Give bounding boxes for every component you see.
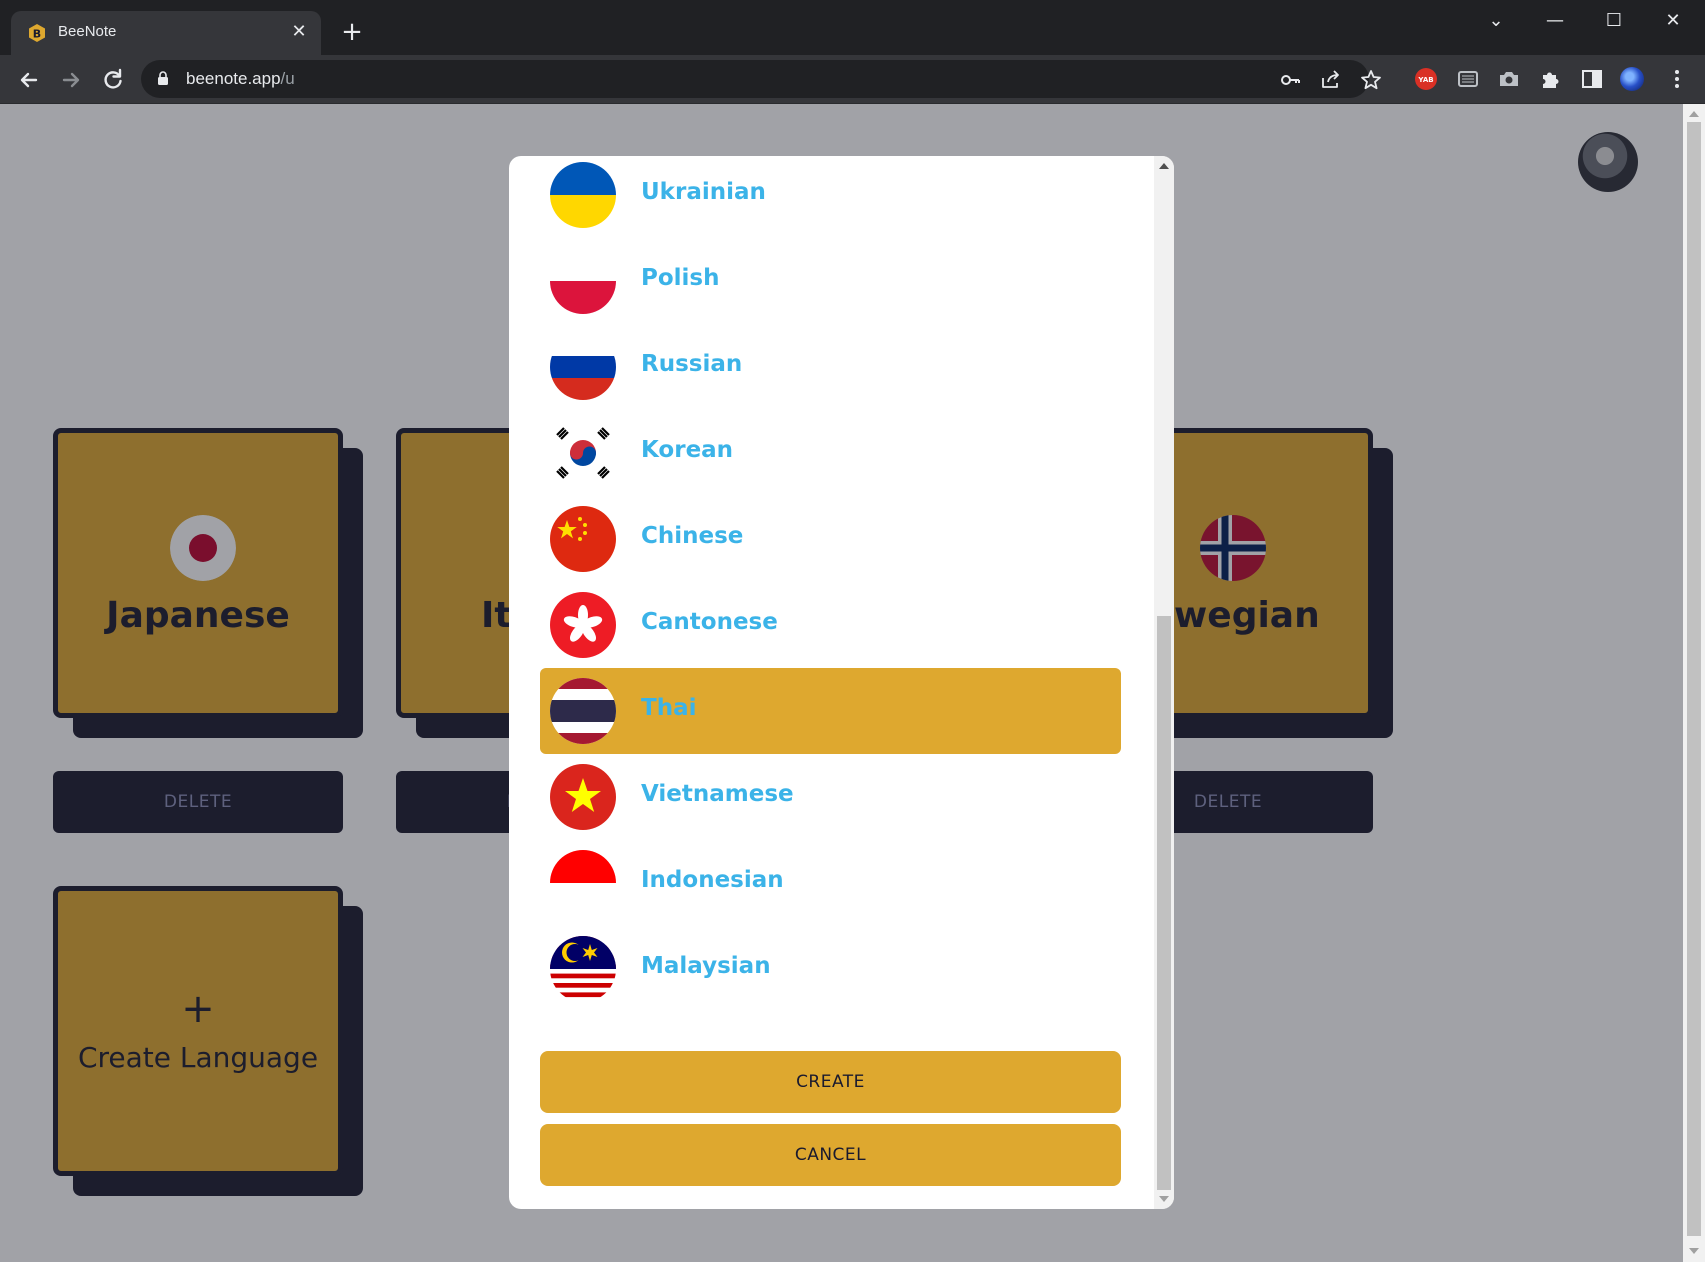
svg-text:YAB: YAB [1417, 76, 1433, 84]
yab-extension-icon[interactable]: YAB [1414, 67, 1438, 91]
language-label: Cantonese [641, 609, 778, 635]
forward-arrow-icon[interactable] [56, 65, 86, 95]
url-host: beenote.app [186, 69, 281, 88]
modal-scrollbar[interactable] [1154, 156, 1174, 1209]
china-flag-icon [550, 506, 616, 572]
language-option-ukrainian[interactable]: Ukrainian [540, 156, 1121, 238]
screen-capture-icon[interactable] [1456, 67, 1480, 91]
language-option-russian[interactable]: Russian [540, 324, 1121, 410]
maximize-icon[interactable]: ☐ [1594, 8, 1634, 34]
browser-toolbar: beenote.app/u YAB [0, 55, 1705, 104]
language-option-thai[interactable]: Thai [540, 668, 1121, 754]
thailand-flag-icon [550, 678, 616, 744]
tab-title: BeeNote [58, 23, 117, 40]
scroll-down-arrow-icon[interactable] [1159, 1196, 1169, 1202]
language-option-vietnamese[interactable]: Vietnamese [540, 754, 1121, 840]
ukraine-flag-icon [550, 162, 616, 228]
new-tab-button[interactable]: + [338, 18, 366, 46]
language-label: Malaysian [641, 953, 771, 979]
reload-icon[interactable] [98, 65, 128, 95]
scroll-up-arrow-icon[interactable] [1159, 163, 1169, 169]
close-tab-icon[interactable]: ✕ [289, 22, 309, 42]
language-picker-modal: Ukrainian Polish Russian Korean Chinese … [509, 156, 1174, 1209]
beenote-favicon-icon: B [29, 24, 45, 42]
back-arrow-icon[interactable] [14, 65, 44, 95]
russia-flag-icon [550, 334, 616, 400]
language-option-cantonese[interactable]: Cantonese [540, 582, 1121, 668]
language-label: Korean [641, 437, 734, 463]
page-scroll-down-icon[interactable] [1689, 1248, 1699, 1254]
language-label: Ukrainian [641, 179, 766, 205]
cancel-button[interactable]: CANCEL [540, 1124, 1121, 1186]
language-label: Polish [641, 265, 720, 291]
share-icon[interactable] [1319, 69, 1341, 91]
page-scroll-up-icon[interactable] [1689, 111, 1699, 117]
language-option-malaysian[interactable]: Malaysian [540, 926, 1121, 1012]
key-icon[interactable] [1279, 69, 1301, 91]
minimize-icon[interactable]: — [1535, 8, 1575, 34]
language-option-chinese[interactable]: Chinese [540, 496, 1121, 582]
close-window-icon[interactable]: ✕ [1653, 8, 1693, 34]
vietnam-flag-icon [550, 764, 616, 830]
language-option-indonesian[interactable]: Indonesian [540, 840, 1121, 926]
url-path: /u [280, 69, 295, 88]
page-scroll-thumb[interactable] [1687, 122, 1701, 1236]
tab-strip: B BeeNote ✕ + ⌄ — ☐ ✕ [0, 0, 1705, 55]
hong-kong-flag-icon [550, 592, 616, 658]
page-content: Japanese DELETE It DELETE rwegian DELETE… [0, 104, 1683, 1262]
indonesia-flag-icon [550, 850, 616, 916]
tab-search-icon[interactable]: ⌄ [1476, 8, 1516, 34]
extensions-puzzle-icon[interactable] [1539, 67, 1563, 91]
svg-text:B: B [33, 28, 41, 41]
camera-icon[interactable] [1497, 67, 1521, 91]
page-scrollbar[interactable] [1683, 104, 1705, 1262]
poland-flag-icon [550, 248, 616, 314]
bookmark-star-icon[interactable] [1360, 69, 1382, 91]
language-label: Vietnamese [641, 781, 794, 807]
modal-scroll-thumb[interactable] [1157, 616, 1171, 1190]
language-option-polish[interactable]: Polish [540, 238, 1121, 324]
language-option-korean[interactable]: Korean [540, 410, 1121, 496]
side-panel-icon[interactable] [1580, 67, 1604, 91]
language-label: Indonesian [641, 867, 784, 893]
language-label: Thai [641, 695, 697, 721]
address-bar[interactable]: beenote.app/u [141, 60, 1381, 98]
korea-flag-icon [550, 420, 616, 486]
create-button[interactable]: CREATE [540, 1051, 1121, 1113]
url-text: beenote.app/u [186, 69, 295, 89]
language-label: Russian [641, 351, 743, 377]
language-label: Chinese [641, 523, 744, 549]
malaysia-flag-icon [550, 936, 616, 1002]
profile-avatar-icon[interactable] [1620, 67, 1644, 91]
browser-tab[interactable]: B BeeNote ✕ [11, 11, 321, 55]
menu-kebab-icon[interactable] [1665, 67, 1689, 91]
lock-icon [158, 71, 168, 85]
